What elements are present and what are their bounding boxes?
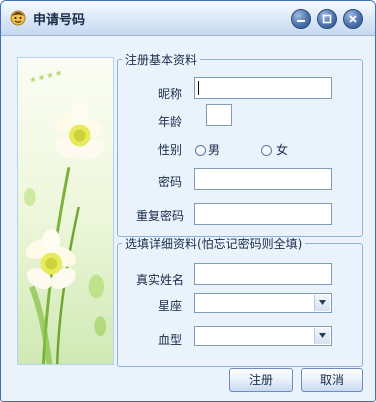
cancel-button[interactable]: 取消 (301, 368, 363, 392)
text-cursor (198, 81, 199, 95)
blood-type-select[interactable] (194, 326, 332, 346)
confirm-password-input[interactable] (194, 203, 332, 225)
password-label: 密码 (158, 175, 183, 189)
title-bar[interactable]: 申请号码 (1, 1, 375, 36)
close-button[interactable] (343, 9, 363, 29)
window-title: 申请号码 (33, 13, 86, 28)
minimize-icon (297, 20, 305, 22)
confirm-password-label: 重复密码 (136, 209, 185, 223)
dialog-body: * * * * 注册基本资料 昵称 年龄 性别 男 女 密码 重复密码 选填详细… (7, 41, 369, 397)
age-label: 年龄 (158, 115, 183, 129)
detail-info-legend: 选填详细资料(怕忘记密码则全填) (125, 237, 303, 251)
register-dialog: 申请号码 * * * * 注册基本资料 昵称 年龄 性别 男 女 密码 重复密码… (0, 0, 376, 402)
realname-label: 真实姓名 (136, 273, 185, 287)
restore-icon (322, 14, 332, 24)
daffodil-image: * * * * (17, 57, 114, 365)
basic-info-legend: 注册基本资料 (125, 53, 198, 67)
close-icon (349, 15, 357, 23)
gender-male-label[interactable]: 男 (208, 141, 220, 158)
blood-type-label: 血型 (158, 333, 183, 347)
zodiac-select[interactable] (194, 293, 332, 313)
gender-male-radio[interactable] (195, 145, 206, 156)
avatar-face-icon (10, 10, 26, 26)
gender-label: 性别 (158, 143, 183, 157)
gender-female-label[interactable]: 女 (276, 141, 288, 158)
minimize-button[interactable] (291, 9, 311, 29)
zodiac-label: 星座 (158, 299, 183, 313)
nickname-label: 昵称 (158, 87, 183, 101)
blood-type-dropdown-button[interactable] (314, 328, 330, 344)
realname-input[interactable] (194, 263, 332, 285)
register-button[interactable]: 注册 (229, 368, 293, 392)
password-input[interactable] (194, 168, 332, 190)
restore-button[interactable] (317, 9, 337, 29)
zodiac-dropdown-button[interactable] (314, 295, 330, 311)
nickname-input[interactable] (194, 77, 332, 99)
gender-female-radio[interactable] (261, 145, 272, 156)
chevron-down-icon (319, 300, 326, 305)
age-input[interactable] (206, 104, 232, 126)
chevron-down-icon (319, 333, 326, 338)
